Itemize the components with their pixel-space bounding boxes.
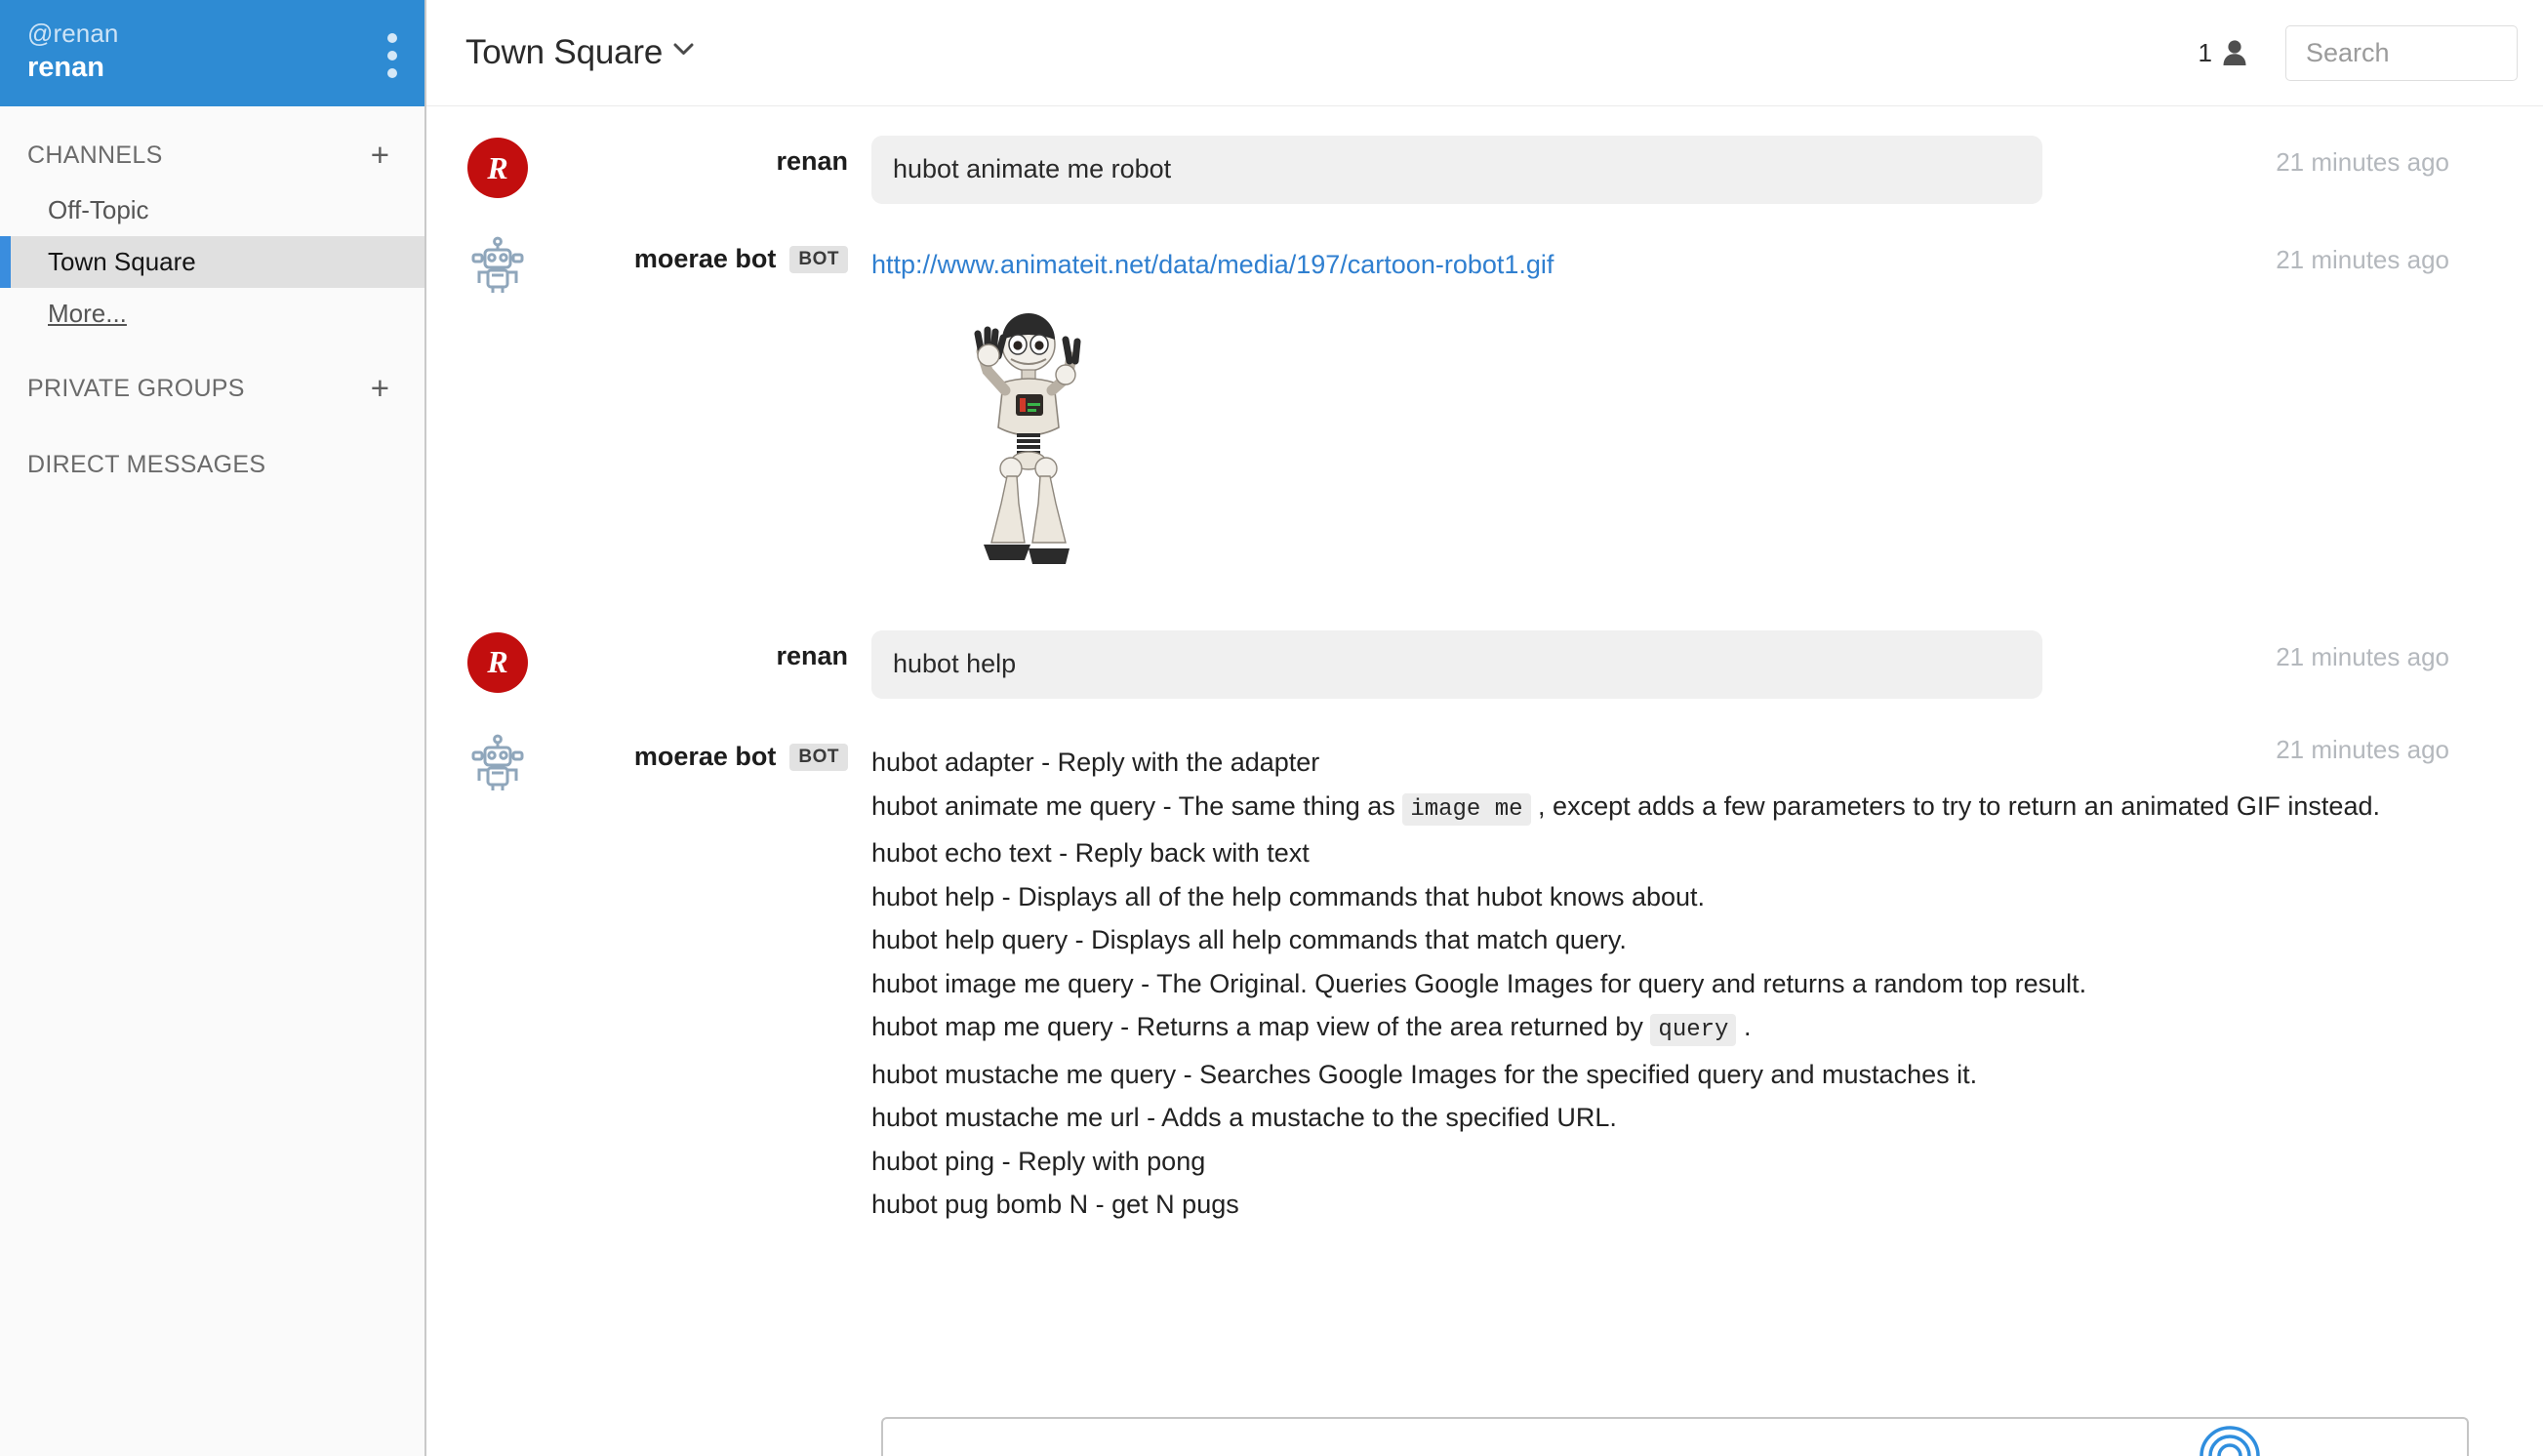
help-command-list: hubot adapter - Reply with the adapter hu… <box>871 731 2520 1227</box>
section-title-channels: CHANNELS <box>27 141 163 169</box>
sender-name: renan <box>776 640 848 670</box>
sidebar-item-town-square[interactable]: Town Square <box>0 236 424 288</box>
help-command-line: hubot mustache me url - Adds a mustache … <box>871 1103 1617 1133</box>
message-row: R renan hubot animate me robot 21 minute… <box>426 130 2543 205</box>
avatar[interactable]: R <box>467 138 528 198</box>
message-row: moerae bot BOT hubot adapter - Reply wit… <box>426 725 2543 1227</box>
avatar[interactable]: R <box>467 631 528 693</box>
chevron-down-icon[interactable] <box>673 38 694 61</box>
message-list: R renan hubot animate me robot 21 minute… <box>426 106 2543 1456</box>
sender-name: moerae bot <box>633 742 777 772</box>
status-badge: BOT <box>789 743 848 771</box>
channel-label: More... <box>48 299 127 328</box>
user-display-name: renan <box>27 52 104 83</box>
bot-avatar-icon[interactable] <box>467 733 528 793</box>
search-box[interactable] <box>2285 24 2518 81</box>
sidebar-section-private-groups: PRIVATE GROUPS + <box>0 361 424 416</box>
gif-attachment[interactable] <box>943 312 2520 576</box>
add-channel-button[interactable]: + <box>371 139 389 171</box>
help-command-line: hubot pug bomb N - get N pugs <box>871 1190 1239 1220</box>
sidebar: @renan renan CHANNELS + Off-Topic Town S… <box>0 0 426 1456</box>
help-command-line: hubot mustache me query - Searches Googl… <box>871 1059 1978 1089</box>
sidebar-item-more[interactable]: More... <box>0 288 424 340</box>
inline-code: image me <box>1402 792 1531 826</box>
message-row: R renan hubot help 21 minutes ago <box>426 625 2543 700</box>
message-row: moerae bot BOT http://www.animateit.net/… <box>426 227 2543 576</box>
message-timestamp: 21 minutes ago <box>2276 641 2449 671</box>
channel-label: Off-Topic <box>48 195 149 224</box>
channel-list: Off-Topic Town Square More... <box>0 184 424 340</box>
sidebar-section-channels: CHANNELS + <box>0 128 424 182</box>
sender-column: moerae bot BOT <box>583 725 871 772</box>
help-command-line: hubot adapter - Reply with the adapter <box>871 748 1320 778</box>
section-title-direct-messages: DIRECT MESSAGES <box>27 450 266 478</box>
help-command-line: hubot help - Displays all of the help co… <box>871 881 1706 911</box>
message-body: hubot adapter - Reply with the adapter hu… <box>871 725 2543 1227</box>
user-handle: @renan <box>27 19 119 48</box>
avatar-column <box>467 227 583 296</box>
topbar-right: 1 <box>2198 24 2518 81</box>
channel-topbar: Town Square 1 <box>426 0 2543 106</box>
message-timestamp: 21 minutes ago <box>2276 735 2449 765</box>
sender-name: moerae bot <box>633 244 777 274</box>
help-command-line: hubot image me query - The Original. Que… <box>871 968 2087 998</box>
main-panel: Town Square 1 Search R renan hubot anima… <box>426 0 2543 1456</box>
sender-column: moerae bot BOT <box>583 227 871 274</box>
message-text: http://www.animateit.net/data/media/197/… <box>871 233 2520 287</box>
avatar-column: R <box>467 130 583 198</box>
add-private-group-button[interactable]: + <box>371 372 389 404</box>
message-timestamp: 21 minutes ago <box>2276 245 2449 275</box>
member-count: 1 <box>2198 37 2212 67</box>
message-input[interactable] <box>881 1417 2469 1456</box>
channel-label: Town Square <box>48 247 196 276</box>
section-title-private-groups: PRIVATE GROUPS <box>27 374 245 402</box>
person-icon[interactable] <box>2222 39 2247 66</box>
sender-name: renan <box>776 146 848 176</box>
search-input[interactable] <box>2306 37 2517 68</box>
bot-avatar-icon[interactable] <box>467 235 528 296</box>
message-bubble: hubot animate me robot <box>871 136 2042 205</box>
status-badge: BOT <box>789 245 848 273</box>
sender-column: renan <box>583 625 871 671</box>
avatar-column: R <box>467 625 583 693</box>
chat-app: @renan renan CHANNELS + Off-Topic Town S… <box>0 0 2543 1456</box>
message-timestamp: 21 minutes ago <box>2276 147 2449 177</box>
kebab-dot <box>387 51 397 61</box>
kebab-menu-icon[interactable] <box>387 33 397 78</box>
sidebar-header: @renan renan <box>0 0 424 106</box>
page-title: Town Square <box>465 33 664 71</box>
help-command-line: hubot animate me query - The same thing … <box>871 785 2520 832</box>
gif-link[interactable]: http://www.animateit.net/data/media/197/… <box>871 250 1554 279</box>
kebab-dot <box>387 68 397 78</box>
help-command-line: hubot echo text - Reply back with text <box>871 838 1310 869</box>
sidebar-item-off-topic[interactable]: Off-Topic <box>0 184 424 236</box>
kebab-dot <box>387 33 397 43</box>
help-command-line: hubot ping - Reply with pong <box>871 1146 1206 1176</box>
inline-code: query <box>1650 1014 1737 1047</box>
sidebar-section-direct-messages: DIRECT MESSAGES <box>0 437 424 492</box>
message-bubble: hubot help <box>871 629 2042 700</box>
avatar-column <box>467 725 583 793</box>
message-body: http://www.animateit.net/data/media/197/… <box>871 227 2543 576</box>
help-command-line: hubot help query - Displays all help com… <box>871 925 1627 955</box>
sender-column: renan <box>583 130 871 177</box>
help-command-line: hubot map me query - Returns a map view … <box>871 1005 2520 1053</box>
